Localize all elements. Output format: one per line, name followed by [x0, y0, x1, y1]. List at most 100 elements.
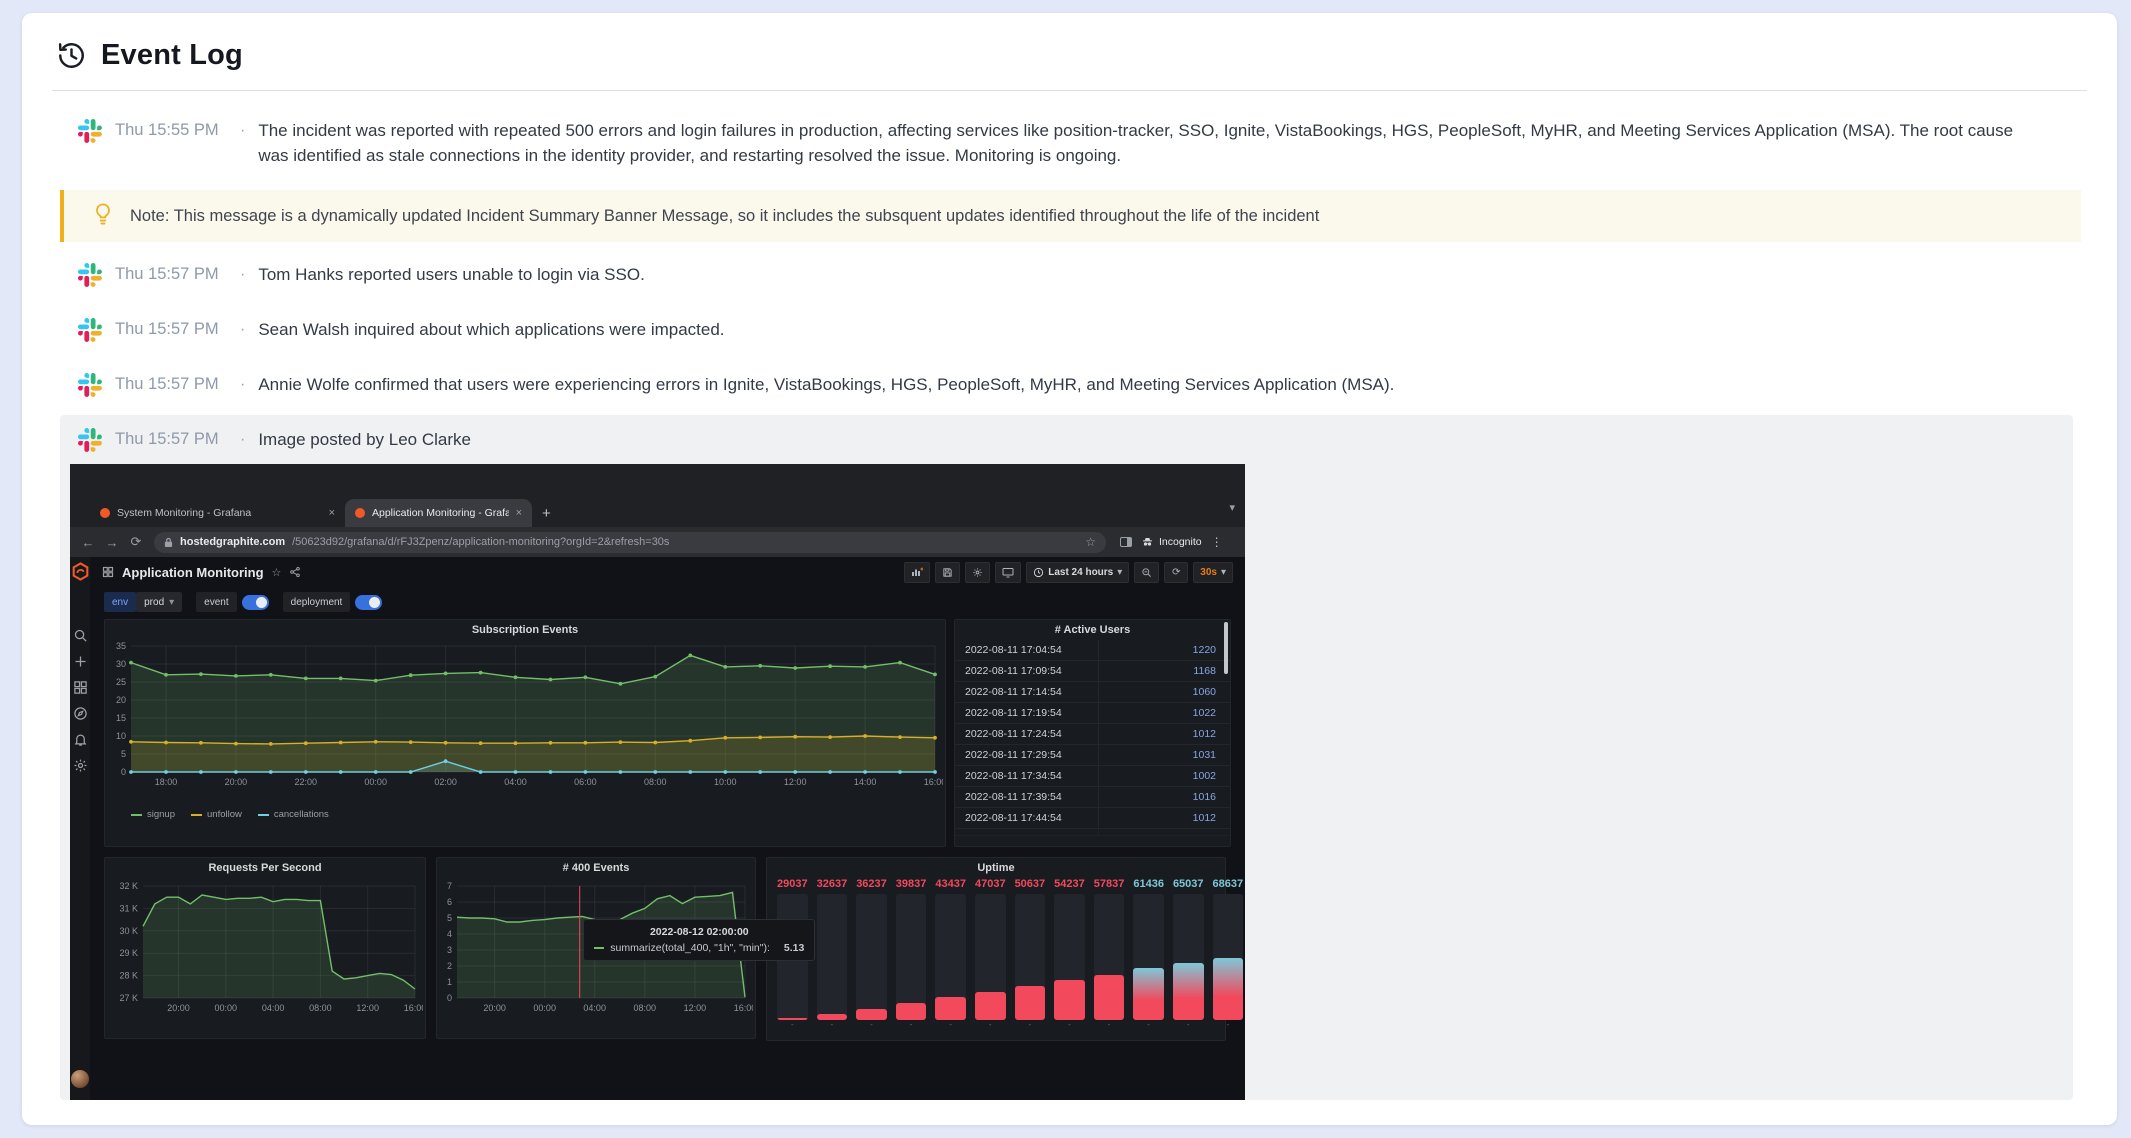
incident-note-banner: Note: This message is a dynamically upda…: [60, 190, 2081, 242]
tab-title: System Monitoring - Grafana: [117, 507, 322, 519]
chart-tooltip: 2022-08-12 02:00:00 summarize(total_400,…: [583, 919, 815, 961]
active-users-table: 2022-08-11 17:04:5412202022-08-11 17:09:…: [955, 640, 1230, 845]
dot-separator: ·: [240, 427, 245, 452]
event-text: Tom Hanks reported users unable to login…: [258, 262, 644, 287]
slack-icon: [78, 318, 102, 342]
table-cell-time: 2022-08-11 17:29:54: [955, 745, 1098, 765]
uptime-value: 50637: [1015, 878, 1046, 894]
slack-icon: [78, 263, 102, 287]
panel-400-events: # 400 Events 0123456720:0000:0004:0008:0…: [436, 857, 756, 1039]
uptime-tick: -: [831, 1020, 834, 1030]
event-row: Thu 15:57 PM · Sean Walsh inquired about…: [22, 317, 2117, 342]
tooltip-value: 5.13: [784, 942, 804, 954]
uptime-bar: 43437 -: [935, 878, 966, 1030]
slack-icon: [78, 428, 102, 452]
explore-compass-icon: [73, 706, 88, 721]
requests-per-second-chart: 27 K28 K29 K30 K31 K32 K20:0000:0004:000…: [105, 878, 425, 1033]
svg-text:27 K: 27 K: [119, 993, 138, 1003]
table-row: 2022-08-11 17:24:541012: [955, 724, 1230, 745]
browser-tab-strip: System Monitoring - Grafana × Applicatio…: [70, 497, 1245, 527]
deployment-toggle: [355, 595, 382, 610]
tab-close-icon: ×: [516, 507, 522, 519]
uptime-bar: 47037-: [975, 878, 1006, 1030]
svg-text:22:00: 22:00: [295, 777, 318, 787]
event-timestamp: Thu 15:57 PM: [115, 427, 227, 452]
panel-uptime: Uptime 29037-32637-36237-39837-43437-470…: [766, 857, 1226, 1041]
dashboards-icon: [73, 680, 88, 695]
uptime-value: 43437: [935, 878, 966, 894]
slack-icon: [78, 119, 102, 143]
posted-image-grafana-screenshot[interactable]: System Monitoring - Grafana × Applicatio…: [70, 464, 1245, 1100]
refresh-icon: ⟳: [1172, 567, 1180, 578]
event-toggle: [242, 595, 269, 610]
panel-title: Subscription Events: [105, 620, 945, 640]
event-row: Thu 15:55 PM · The incident was reported…: [22, 118, 2117, 168]
event-timestamp: Thu 15:55 PM: [115, 118, 227, 143]
uptime-value: 39837: [896, 878, 927, 894]
refresh-interval-label: 30s: [1200, 567, 1217, 578]
svg-text:16:00: 16:00: [404, 1003, 423, 1013]
browser-titlebar: [70, 464, 1245, 497]
subscription-events-chart: 0510152025303518:0020:0022:0000:0002:000…: [105, 640, 945, 807]
svg-text:00:00: 00:00: [364, 777, 387, 787]
uptime-tick: -: [949, 1020, 952, 1030]
panel-active-users: # Active Users 2022-08-11 17:04:54122020…: [954, 619, 1231, 847]
uptime-tick: -: [1029, 1020, 1032, 1030]
uptime-bar: 39837 -: [896, 878, 927, 1030]
table-row: 2022-08-11 17:44:541012: [955, 808, 1230, 829]
dot-separator: ·: [240, 118, 245, 143]
svg-text:04:00: 04:00: [504, 777, 527, 787]
tv-mode-button: [995, 562, 1021, 583]
uptime-value: 65037: [1173, 878, 1204, 894]
settings-gear-icon: [73, 758, 88, 773]
panel-requests-per-second: Requests Per Second 27 K28 K29 K30 K31 K…: [104, 857, 426, 1039]
svg-text:20: 20: [116, 695, 126, 705]
grafana-favicon: [355, 508, 365, 518]
grafana-logo: [71, 562, 90, 586]
svg-text:25: 25: [116, 677, 126, 687]
svg-text:20:00: 20:00: [167, 1003, 190, 1013]
bookmark-star-icon: ☆: [1085, 535, 1096, 549]
svg-text:1: 1: [447, 977, 452, 987]
header-divider: [52, 90, 2087, 91]
incognito-icon: [1141, 536, 1154, 548]
alerting-bell-icon: [73, 732, 88, 747]
svg-text:28 K: 28 K: [119, 971, 138, 981]
event-timestamp: Thu 15:57 PM: [115, 262, 227, 287]
uptime-bar: 36237-: [856, 878, 887, 1030]
uptime-tick: -: [910, 1020, 913, 1030]
svg-text:31 K: 31 K: [119, 903, 138, 913]
svg-text:7: 7: [447, 881, 452, 891]
svg-text:30 K: 30 K: [119, 926, 138, 936]
chevron-down-icon: ▾: [1221, 567, 1226, 578]
uptime-tick: -: [870, 1020, 873, 1030]
event-log-card: Event Log Thu 15:55 PM · The incident wa…: [22, 13, 2117, 1125]
refresh-interval-picker: 30s ▾: [1193, 562, 1233, 583]
svg-text:3: 3: [447, 945, 452, 955]
grafana-variables-row: env prod ▾ event deployment: [90, 587, 1245, 617]
url-domain: hostedgraphite.com: [180, 536, 285, 548]
panel-title: # 400 Events: [437, 858, 755, 878]
uptime-value: 61436: [1133, 878, 1164, 894]
uptime-bar: 54237-: [1054, 878, 1085, 1030]
uptime-track: [1094, 894, 1125, 1020]
event-row: Thu 15:57 PM · Annie Wolfe confirmed tha…: [22, 372, 2117, 397]
svg-text:06:00: 06:00: [574, 777, 597, 787]
table-row: 2022-08-11 17:34:541002: [955, 766, 1230, 787]
event-row: Thu 15:57 PM · Tom Hanks reported users …: [22, 262, 2117, 287]
env-variable-value: prod ▾: [136, 592, 182, 612]
svg-text:5: 5: [121, 749, 126, 759]
svg-text:0: 0: [447, 993, 452, 1003]
uptime-tick: -: [1068, 1020, 1071, 1030]
time-range-label: Last 24 hours: [1048, 567, 1113, 578]
monitor-icon: [1002, 567, 1014, 578]
svg-text:29 K: 29 K: [119, 948, 138, 958]
refresh-button: ⟳: [1164, 562, 1188, 583]
panel-subscription-events: Subscription Events 0510152025303518:002…: [104, 619, 946, 847]
back-icon: ←: [78, 535, 98, 550]
lock-icon: [164, 537, 173, 548]
forward-icon: →: [102, 535, 122, 550]
note-text: Note: This message is a dynamically upda…: [130, 207, 1319, 226]
svg-text:35: 35: [116, 641, 126, 651]
dashboard-grid-icon: [102, 566, 114, 578]
